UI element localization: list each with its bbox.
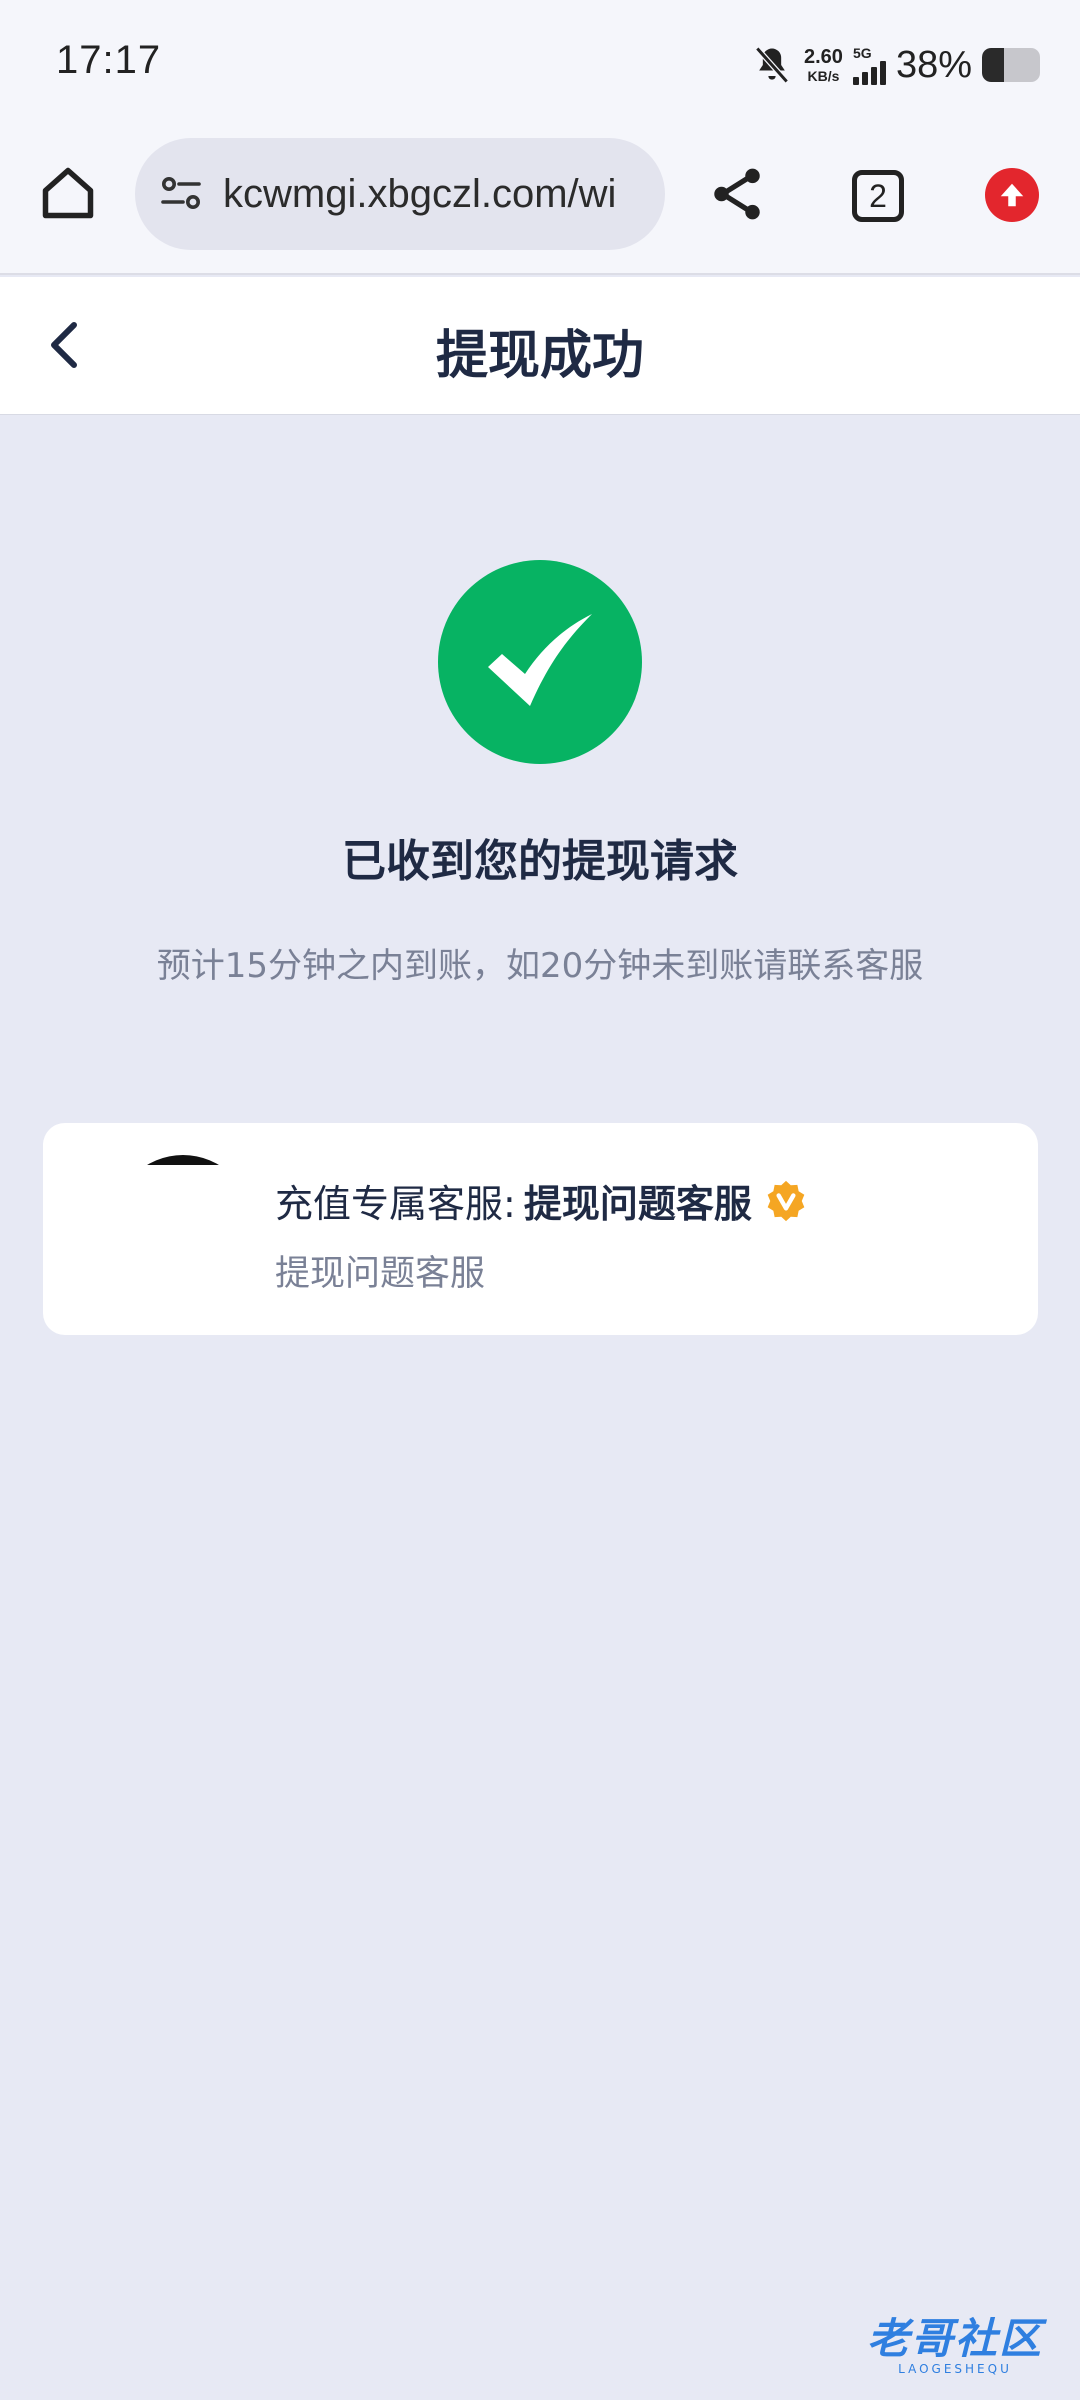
battery-icon [982, 48, 1040, 82]
watermark-text: 老哥社区 [866, 2313, 1043, 2363]
arrow-up-icon [1000, 183, 1024, 207]
status-bar: 17:17 2.60 KB/s 5G 38% [0, 0, 1080, 130]
page-header: 提现成功 [0, 277, 1080, 415]
tabs-icon[interactable]: 2 [852, 170, 904, 222]
network-speed-unit: KB/s [807, 68, 840, 84]
upgrade-icon[interactable] [985, 168, 1039, 222]
avatar [113, 1155, 253, 1295]
service-name-label: 充值专属客服: [275, 1182, 516, 1226]
check-mark-icon [488, 614, 592, 706]
customer-service-card[interactable]: 充值专属客服: 提现问题客服 提现问题客服 [43, 1123, 1038, 1335]
status-icons: 2.60 KB/s 5G 38% [750, 40, 1040, 90]
battery-percent: 38% [895, 43, 972, 86]
service-name: 充值专属客服: 提现问题客服 [275, 1173, 808, 1228]
service-subtitle: 提现问题客服 [275, 1254, 486, 1294]
address-bar[interactable]: kcwmgi.xbgczl.com/wi [135, 138, 665, 250]
watermark-logo: 老哥社区 LAOGESHEQU [840, 2300, 1070, 2380]
page-title: 提现成功 [435, 326, 644, 386]
site-settings-icon[interactable] [157, 170, 205, 218]
service-name-value: 提现问题客服 [523, 1182, 752, 1226]
network-speed-value: 2.60 [804, 46, 843, 68]
verified-badge-icon [767, 1180, 805, 1221]
url-text[interactable]: kcwmgi.xbgczl.com/wi [223, 172, 616, 217]
network-speed: 2.60 KB/s [804, 47, 843, 83]
bell-off-icon [755, 46, 789, 84]
tab-count: 2 [869, 177, 887, 214]
check-circle-icon [438, 560, 642, 764]
home-icon[interactable] [38, 163, 98, 223]
success-title: 已收到您的提现请求 [342, 836, 738, 887]
browser-toolbar: kcwmgi.xbgczl.com/wi 2 [0, 130, 1080, 275]
watermark-subtext: LAOGESHEQU [898, 2361, 1012, 2376]
success-description: 预计15分钟之内到账，如20分钟未到账请联系客服 [156, 946, 924, 986]
status-time: 17:17 [56, 38, 162, 82]
network-type: 5G [852, 45, 872, 61]
share-icon[interactable] [706, 163, 768, 225]
signal-icon: 5G [852, 45, 886, 85]
